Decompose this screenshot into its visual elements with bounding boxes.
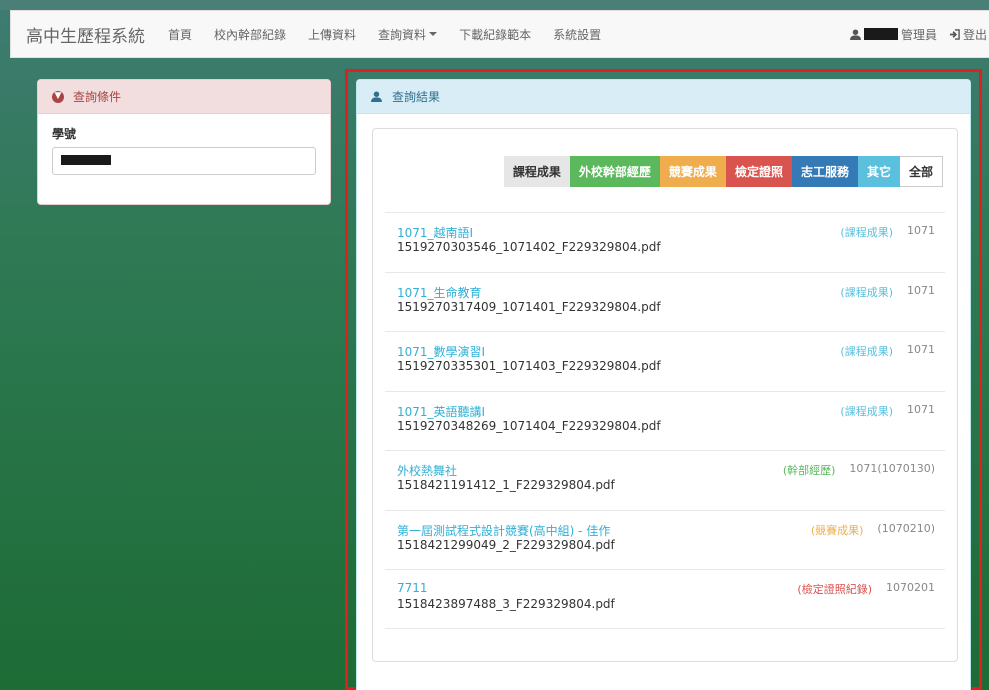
nav-upload[interactable]: 上傳資料 bbox=[297, 26, 367, 43]
result-category: (課程成果) bbox=[840, 226, 893, 239]
user-icon bbox=[371, 91, 382, 102]
nav-download-template[interactable]: 下載紀錄範本 bbox=[448, 26, 542, 43]
nav-cadre-records[interactable]: 校內幹部紀錄 bbox=[203, 26, 297, 43]
result-meta: (課程成果) 1071 bbox=[840, 224, 935, 240]
result-year: 1071 bbox=[907, 343, 935, 356]
query-results-title: 查詢結果 bbox=[392, 90, 441, 104]
result-title-link[interactable]: 1071_英語聽講I bbox=[397, 403, 485, 420]
result-row: 外校熱舞社 1518421191412_1_F229329804.pdf (幹部經歷… bbox=[385, 450, 945, 510]
tab-other[interactable]: 其它 bbox=[857, 156, 900, 187]
results-box: 課程成果 外校幹部經歷 競賽成果 檢定證照 志工服務 其它 全部 1071_越南語I 1519… bbox=[372, 128, 958, 662]
category-filter-tabs: 課程成果 外校幹部經歷 競賽成果 檢定證照 志工服務 其它 全部 bbox=[503, 156, 943, 187]
result-row: 1071_生命教育 1519270317409_1071401_F22932980… bbox=[385, 271, 945, 332]
result-filename: 1518421191412_1_F229329804.pdf bbox=[397, 478, 615, 492]
logout-link[interactable]: 登出 bbox=[949, 26, 989, 43]
result-year: (1070210) bbox=[877, 521, 935, 535]
result-meta: (幹部經歷) 1071(1070130) bbox=[783, 462, 935, 478]
window-top-strip bbox=[0, 0, 989, 10]
result-category: (課程成果) bbox=[840, 404, 893, 418]
result-row: 7711 1518423897488_3_F229329804.pdf (檢定證照紀… bbox=[385, 569, 945, 629]
user-role: 管理員 bbox=[900, 27, 937, 42]
nav-settings-label: 系統設置 bbox=[553, 27, 602, 42]
result-filename: 1519270303546_1071402_F229329804.pdf bbox=[397, 240, 661, 254]
result-meta: (課程成果) 1071 bbox=[840, 284, 935, 300]
result-title-link[interactable]: 7711 bbox=[397, 581, 428, 595]
results-list: 1071_越南語I 1519270303546_1071402_F22932980… bbox=[385, 212, 945, 629]
result-category: (課程成果) bbox=[840, 345, 893, 358]
result-filename: 1518423897488_3_F229329804.pdf bbox=[397, 597, 615, 611]
result-title-link[interactable]: 1071_數學演習I bbox=[397, 343, 485, 360]
user-menu[interactable]: 管理員 bbox=[849, 26, 949, 43]
result-category: (競賽成果) bbox=[810, 523, 864, 537]
nav-home-label: 首頁 bbox=[168, 27, 193, 42]
top-navbar: 高中生歷程系統 首頁 校內幹部紀錄 上傳資料 查詢資料 下載紀錄範本 系統設置 … bbox=[10, 10, 989, 58]
result-year: 1071(1070130) bbox=[849, 462, 935, 475]
nav-query-label: 查詢資料 bbox=[378, 27, 427, 42]
query-conditions-header: ▼ 查詢條件 bbox=[38, 80, 330, 114]
result-filename: 1518421299049_2_F229329804.pdf bbox=[397, 537, 615, 552]
student-id-input[interactable] bbox=[52, 147, 316, 175]
result-year: 1071 bbox=[907, 224, 935, 237]
query-results-panel: 查詢結果 課程成果 外校幹部經歷 競賽成果 檢定證照 志工服務 其它 全部 1071_越南語… bbox=[356, 79, 971, 690]
result-title-link[interactable]: 外校熱舞社 bbox=[397, 462, 457, 479]
result-meta: (課程成果) 1071 bbox=[840, 343, 935, 359]
logout-icon bbox=[949, 28, 960, 40]
query-results-header: 查詢結果 bbox=[357, 80, 970, 114]
result-year: 1071 bbox=[907, 283, 935, 297]
nav-settings[interactable]: 系統設置 bbox=[542, 26, 612, 43]
result-year: 1070201 bbox=[886, 581, 935, 594]
result-filename: 1519270348269_1071404_F229329804.pdf bbox=[397, 418, 661, 433]
result-title-link[interactable]: 1071_生命教育 bbox=[397, 284, 482, 301]
app-brand[interactable]: 高中生歷程系統 bbox=[11, 22, 157, 47]
tab-certification[interactable]: 檢定證照 bbox=[725, 156, 792, 187]
result-row: 1071_數學演習I 1519270335301_1071403_F2293298… bbox=[385, 331, 945, 391]
nav-query-dropdown[interactable]: 查詢資料 bbox=[367, 26, 448, 43]
tab-volunteer[interactable]: 志工服務 bbox=[791, 156, 858, 187]
student-id-label: 學號 bbox=[52, 127, 77, 141]
result-category: (課程成果) bbox=[840, 285, 893, 299]
result-row: 1071_英語聽講I 1519270348269_1071404_F2293298… bbox=[385, 390, 945, 451]
circle-arrow-down-icon: ▼ bbox=[52, 90, 64, 103]
tab-competition[interactable]: 競賽成果 bbox=[659, 156, 726, 187]
result-row: 第一屆測試程式設計競賽(高中組) - 佳作 1518421299049_2_F22… bbox=[385, 509, 945, 570]
nav-right: 管理員 登出 bbox=[849, 26, 989, 43]
result-category: (幹部經歷) bbox=[782, 464, 836, 477]
result-title-link[interactable]: 第一屆測試程式設計競賽(高中組) - 佳作 bbox=[397, 522, 610, 539]
result-category: (檢定證照紀錄) bbox=[797, 583, 872, 596]
tab-course-results[interactable]: 課程成果 bbox=[503, 156, 570, 187]
nav-cadre-records-label: 校內幹部紀錄 bbox=[214, 27, 287, 42]
nav-download-template-label: 下載紀錄範本 bbox=[459, 27, 532, 42]
user-icon bbox=[849, 28, 861, 40]
tab-external-cadre[interactable]: 外校幹部經歷 bbox=[569, 156, 660, 187]
redacted-username bbox=[863, 28, 898, 40]
result-row: 1071_越南語I 1519270303546_1071402_F22932980… bbox=[385, 212, 945, 272]
result-filename: 1519270335301_1071403_F229329804.pdf bbox=[397, 359, 661, 373]
result-filename: 1519270317409_1071401_F229329804.pdf bbox=[397, 299, 661, 314]
query-conditions-panel: ▼ 查詢條件 學號 bbox=[37, 79, 331, 205]
result-meta: (競賽成果) (1070210) bbox=[811, 522, 935, 538]
tab-all[interactable]: 全部 bbox=[899, 156, 943, 187]
redacted-student-id bbox=[61, 155, 111, 165]
nav-home[interactable]: 首頁 bbox=[157, 26, 203, 43]
result-title-link[interactable]: 1071_越南語I bbox=[397, 224, 473, 241]
result-year: 1071 bbox=[907, 402, 935, 416]
nav-upload-label: 上傳資料 bbox=[308, 27, 357, 42]
result-meta: (課程成果) 1071 bbox=[840, 403, 935, 419]
caret-down-icon bbox=[429, 32, 438, 36]
result-meta: (檢定證照紀錄) 1070201 bbox=[797, 581, 935, 597]
query-conditions-title: 查詢條件 bbox=[73, 90, 122, 104]
logout-label: 登出 bbox=[962, 27, 987, 42]
